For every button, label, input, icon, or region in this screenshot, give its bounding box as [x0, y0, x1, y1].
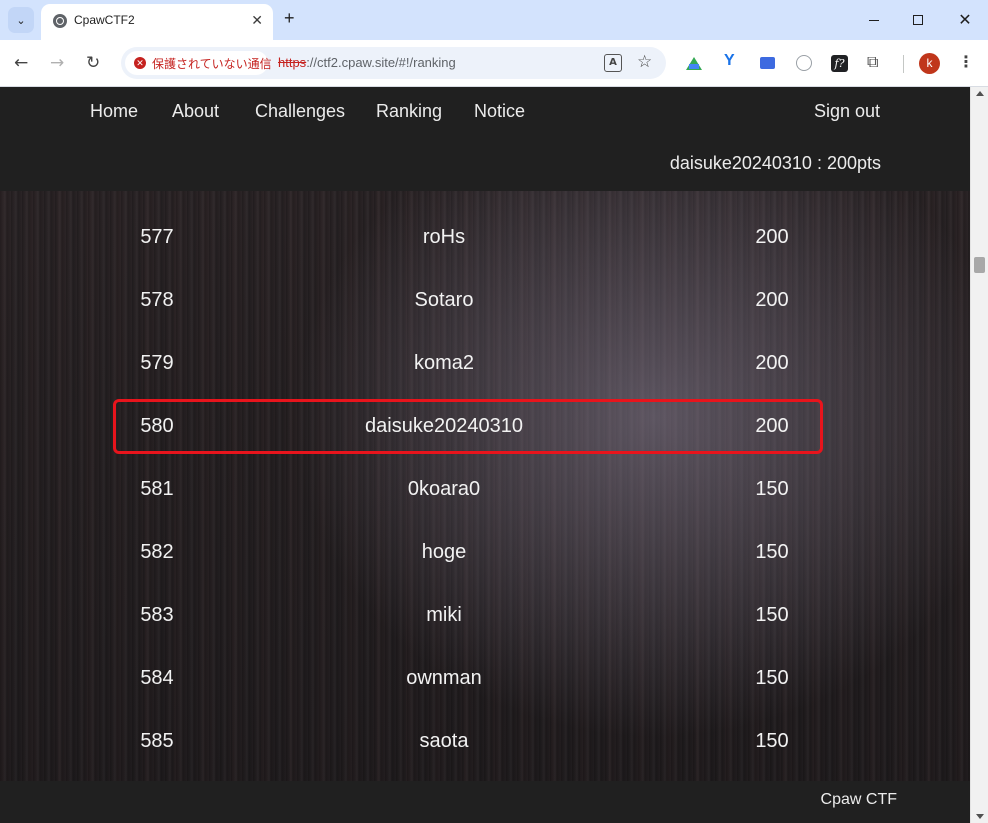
tab-title: CpawCTF2	[74, 13, 135, 27]
address-bar[interactable]: ✕ 保護されていない通信 https://ctf2.cpaw.site/#!/r…	[121, 47, 666, 79]
table-row: 581 0koara0 150	[0, 468, 970, 508]
browser-tab[interactable]: CpawCTF2 ✕	[41, 4, 273, 40]
table-row: 577 roHs 200	[0, 216, 970, 256]
puzzle-extensions-icon[interactable]: ⧉	[867, 52, 883, 71]
table-row: 585 saota 150	[0, 720, 970, 760]
google-drive-icon[interactable]	[686, 55, 702, 71]
username-cell: Sotaro	[414, 289, 474, 311]
username-cell: miki	[426, 604, 462, 626]
rank-cell: 582	[140, 541, 174, 563]
username-cell: saota	[419, 730, 469, 752]
browser-tab-strip: ⌄ CpawCTF2 ✕ + ✕	[0, 0, 988, 40]
scroll-up-arrow-icon[interactable]	[976, 91, 984, 96]
chat-extension-icon[interactable]	[760, 57, 775, 69]
score-cell: 150	[755, 541, 789, 563]
translate-icon[interactable]: A	[604, 54, 622, 72]
rank-cell: 579	[140, 352, 174, 374]
vertical-scrollbar[interactable]	[970, 87, 988, 823]
url-text[interactable]: https://ctf2.cpaw.site/#!/ranking	[278, 55, 456, 70]
rank-cell: 581	[140, 478, 174, 500]
minimize-icon	[869, 19, 879, 21]
tab-search-button[interactable]: ⌄	[8, 7, 34, 33]
rank-cell: 583	[140, 604, 174, 626]
close-icon: ✕	[958, 12, 972, 29]
maximize-button[interactable]	[906, 8, 930, 32]
score-cell: 150	[755, 478, 789, 500]
close-window-button[interactable]: ✕	[953, 8, 977, 32]
url-scheme: https	[278, 55, 307, 70]
warning-icon: ✕	[134, 57, 146, 69]
nav-sign-out[interactable]: Sign out	[814, 101, 880, 122]
more-menu-icon[interactable]: ⋮	[958, 52, 974, 71]
username-cell: 0koara0	[407, 478, 481, 500]
bookmark-star-icon[interactable]: ☆	[637, 52, 652, 72]
footer-text: Cpaw CTF	[820, 791, 897, 808]
site-footer: Cpaw CTF	[0, 781, 970, 823]
browser-toolbar: ← → ↻ ✕ 保護されていない通信 https://ctf2.cpaw.sit…	[0, 40, 988, 87]
score-cell: 200	[755, 352, 789, 374]
username-cell: ownman	[406, 667, 482, 689]
user-score-label: daisuke20240310 : 200pts	[669, 153, 881, 173]
security-chip[interactable]: ✕ 保護されていない通信	[125, 51, 272, 75]
nav-ranking[interactable]: Ranking	[376, 101, 442, 122]
scroll-down-arrow-icon[interactable]	[976, 814, 984, 819]
maximize-icon	[913, 15, 923, 25]
score-cell: 150	[755, 667, 789, 689]
url-path: ://ctf2.cpaw.site/#!/ranking	[306, 55, 456, 70]
username-cell: hoge	[421, 541, 467, 563]
profile-avatar[interactable]: k	[919, 53, 940, 74]
nav-challenges[interactable]: Challenges	[255, 101, 345, 122]
compass-extension-icon[interactable]	[796, 55, 812, 71]
nav-home[interactable]: Home	[90, 101, 138, 122]
score-cell: 200	[755, 226, 789, 248]
username-cell: koma2	[413, 352, 475, 374]
rank-cell: 578	[140, 289, 174, 311]
toolbar-divider	[903, 55, 904, 73]
score-cell: 150	[755, 730, 789, 752]
table-row: 583 miki 150	[0, 594, 970, 634]
chevron-down-icon: ⌄	[16, 13, 26, 27]
ranking-page: Home About Challenges Ranking Notice Sig…	[0, 87, 970, 823]
site-navbar: Home About Challenges Ranking Notice Sig…	[0, 87, 970, 191]
rank-cell: 584	[140, 667, 174, 689]
table-row: 584 ownman 150	[0, 657, 970, 697]
tab-close-icon[interactable]: ✕	[251, 12, 263, 29]
security-label: 保護されていない通信	[152, 57, 272, 71]
minimize-button[interactable]	[862, 8, 886, 32]
table-row: 578 Sotaro 200	[0, 279, 970, 319]
table-row: 582 hoge 150	[0, 531, 970, 571]
table-row: 579 koma2 200	[0, 342, 970, 382]
new-tab-icon[interactable]: +	[284, 8, 295, 29]
rank-cell: 585	[140, 730, 174, 752]
nav-notice[interactable]: Notice	[474, 101, 525, 122]
globe-icon	[53, 14, 67, 28]
forward-arrow-icon[interactable]: →	[50, 53, 64, 73]
fx-extension-icon[interactable]: f?	[831, 55, 848, 72]
score-cell: 200	[755, 289, 789, 311]
y-extension-icon[interactable]: Y	[724, 52, 740, 69]
score-cell: 150	[755, 604, 789, 626]
rank-cell: 577	[140, 226, 174, 248]
username-cell: roHs	[422, 226, 466, 248]
reload-icon[interactable]: ↻	[86, 53, 100, 73]
back-arrow-icon[interactable]: ←	[14, 53, 28, 73]
nav-about[interactable]: About	[172, 101, 219, 122]
scrollbar-thumb[interactable]	[974, 257, 985, 273]
highlight-annotation-box	[113, 399, 823, 454]
